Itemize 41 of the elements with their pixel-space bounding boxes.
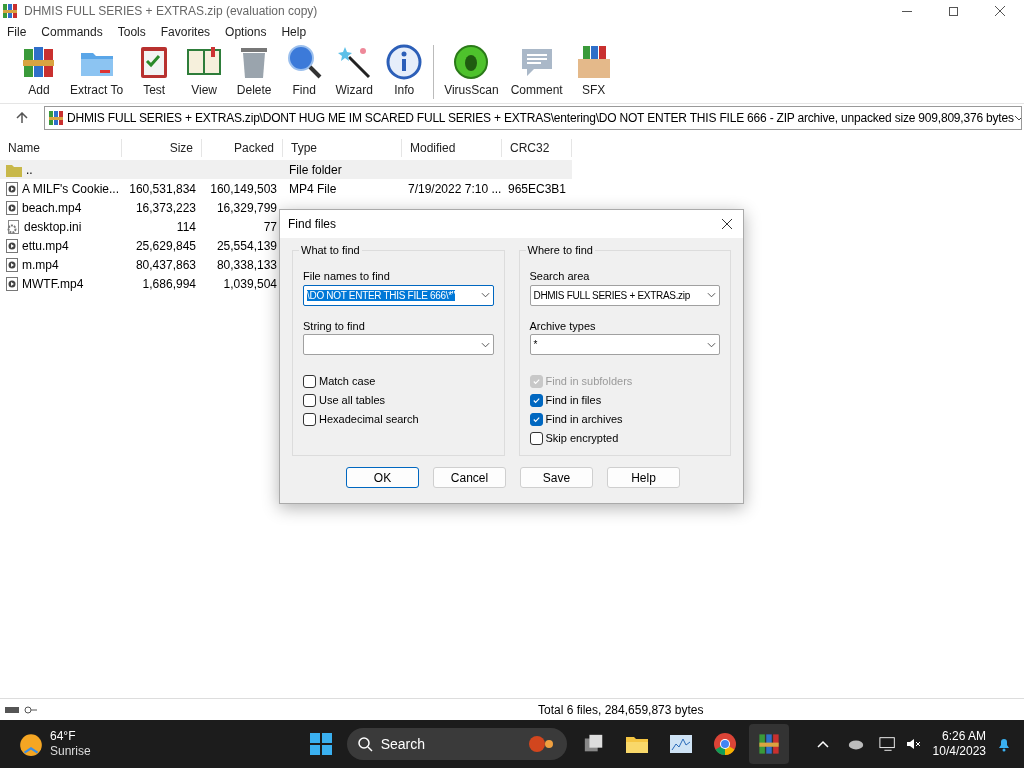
table-cell-text: 7/19/2022 7:10 ... [408,180,502,198]
table-cell-text: 160,149,503 [210,180,277,198]
status-text: Total 6 files, 284,659,873 bytes [538,701,704,719]
table-cell-text: m.mp4 [22,256,59,274]
clock-time: 6:26 AM [941,729,986,744]
table-cell-text: 77 [263,218,277,236]
table-cell-text: MWTF.mp4 [22,275,84,293]
table-cell-text: File folder [289,161,342,179]
field-label: Search area [529,269,591,284]
checkbox-label: Find in subfolders [545,374,633,390]
table-cell-text: 114 [176,218,196,236]
clock-date: 10/4/2023 [932,744,986,759]
table-cell-text: desktop.ini [24,218,82,236]
checkbox-label: Find in archives [545,412,623,428]
table-cell-text: beach.mp4 [22,199,82,217]
table-cell-text: 965EC3B1 [508,180,567,198]
checkbox-label: Find in files [545,393,602,409]
table-cell-text: 25,629,845 [135,237,196,255]
table-cell-text: 1,686,994 [142,275,196,293]
table-cell-text: .. [26,161,33,179]
table-cell-text: 80,437,863 [135,256,196,274]
table-cell-text: 160,531,834 [129,180,196,198]
window-title: DHMIS FULL SERIES + EXTRAS.zip (evaluation copy) [24,3,319,20]
weather-text: Sunrise [50,744,91,759]
field-label: Archive types [529,318,597,334]
checkbox-label: Use all tables [319,393,386,409]
temperature: 64°F [50,729,77,744]
table-cell-text: 1,039,504 [223,275,277,293]
table-cell-text: 16,373,223 [135,199,196,217]
table-cell-text: 80,338,133 [216,256,277,274]
checkbox-label: Skip encrypted [545,431,619,447]
table-cell-text: MP4 File [289,180,337,198]
dialog-title: Find files [288,216,338,233]
table-cell-text: 16,329,799 [216,199,277,217]
checkbox-label: Match case [319,374,376,390]
field-label: String to find [303,318,366,334]
checkbox-label: Hexadecimal search [319,412,419,428]
table-cell-text: A MILF's Cookie... [22,180,119,198]
table-cell-text: ettu.mp4 [22,237,69,255]
field-label: File names to find [303,269,391,284]
table-cell-text: 25,554,139 [216,237,277,255]
